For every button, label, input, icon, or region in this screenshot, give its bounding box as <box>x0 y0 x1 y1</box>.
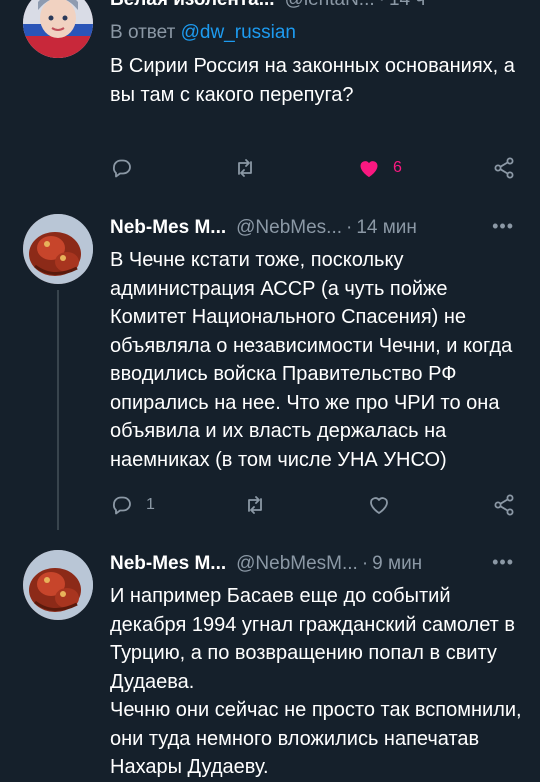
tweet-2[interactable]: Neb-Mes M... @NebMes... · 14 мин ••• В Ч… <box>0 214 540 534</box>
display-name[interactable]: Neb-Mes M... <box>110 553 226 575</box>
share-button[interactable] <box>492 153 516 183</box>
reply-button[interactable] <box>110 153 146 183</box>
avatar-image <box>23 550 93 620</box>
separator-dot: · <box>379 0 385 11</box>
tweet-3[interactable]: Neb-Mes M... @NebMesM... · 9 мин ••• И н… <box>0 550 540 781</box>
avatar[interactable] <box>23 0 93 58</box>
tweet-text: В Чечне кстати тоже, поскольку администр… <box>110 249 513 471</box>
share-icon <box>494 494 514 516</box>
tweet-header: Neb-Mes M... @NebMes... · 14 мин <box>110 216 520 240</box>
tweet-header: Белая изолента... @lentaN... · 14 ч <box>110 0 520 12</box>
tweet-actions: 6 <box>110 153 520 183</box>
user-handle[interactable]: @NebMesM... <box>236 553 358 575</box>
retweet-button[interactable] <box>243 490 279 520</box>
reply-count: 1 <box>146 496 155 513</box>
avatar[interactable] <box>23 214 93 284</box>
retweet-button[interactable] <box>233 153 269 183</box>
user-handle[interactable]: @lentaN... <box>285 0 375 11</box>
more-icon[interactable]: ••• <box>492 216 514 237</box>
share-icon <box>494 157 514 179</box>
reply-context: В ответ @dw_russian <box>110 22 296 44</box>
reply-handle-link[interactable]: @dw_russian <box>181 22 296 43</box>
reply-icon <box>113 159 131 178</box>
more-icon[interactable]: ••• <box>492 552 514 573</box>
retweet-icon <box>248 496 262 514</box>
separator-dot: · <box>346 217 353 238</box>
like-icon <box>370 497 388 514</box>
tweet-text: И например Басаев еще до событий декабря… <box>110 585 522 778</box>
tweet-text: В Сирии Россия на законных основаниях, а… <box>110 55 515 106</box>
thread-line <box>57 290 59 530</box>
display-name[interactable]: Белая изолента... <box>110 0 275 11</box>
reply-button[interactable]: 1 <box>110 490 155 520</box>
timestamp[interactable]: 14 ч <box>389 0 425 11</box>
timestamp[interactable]: 9 мин <box>372 553 422 575</box>
avatar-image <box>23 214 93 284</box>
user-handle[interactable]: @NebMes... <box>236 217 342 239</box>
like-button[interactable] <box>367 490 403 520</box>
separator-dot: · <box>361 553 369 574</box>
like-button[interactable]: 6 <box>357 153 402 183</box>
share-button[interactable] <box>492 490 516 520</box>
retweet-icon <box>238 159 252 177</box>
reply-icon <box>113 496 131 515</box>
timestamp[interactable]: 14 мин <box>356 217 417 239</box>
tweet-1[interactable]: Белая изолента... @lentaN... · 14 ч ••• … <box>0 0 540 188</box>
tweet-actions: 1 <box>110 490 520 520</box>
tweet-header: Neb-Mes M... @NebMesM... · 9 мин <box>110 552 520 576</box>
avatar[interactable] <box>23 550 93 620</box>
like-icon <box>360 161 378 177</box>
like-count: 6 <box>393 159 402 176</box>
more-icon[interactable]: ••• <box>492 0 514 7</box>
reply-prefix: В ответ <box>110 22 176 43</box>
display-name[interactable]: Neb-Mes M... <box>110 217 226 239</box>
avatar-image <box>23 0 93 58</box>
